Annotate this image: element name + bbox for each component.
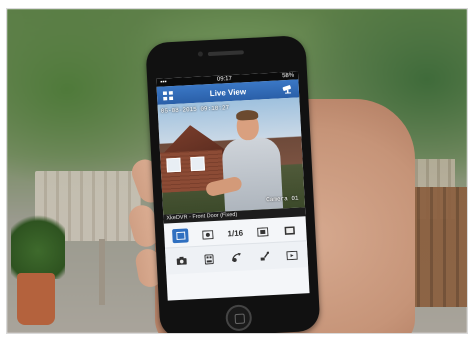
camera-overlay-label: Camera 01 [266,194,299,204]
terracotta-pot [17,273,55,325]
person-hair [235,109,259,121]
record-icon[interactable] [201,252,218,267]
live-video-feed[interactable]: 05-08-2015 09:10:27 Camera 01 [157,97,306,215]
grid-icon[interactable] [161,90,176,101]
multi-view-icon[interactable] [282,223,299,238]
battery-level: 58% [281,72,295,80]
front-camera [197,51,204,57]
window [166,157,182,173]
video-timestamp: 05-08-2015 09:10:27 [160,104,230,115]
ptz-icon[interactable] [228,250,245,265]
earpiece [207,50,244,57]
camera-icon[interactable] [173,253,190,268]
cctv-camera-icon[interactable] [281,84,296,95]
settings-icon[interactable] [256,249,273,264]
fullscreen-icon[interactable] [283,248,300,263]
potted-plant [11,209,65,279]
next-channel-icon[interactable] [254,224,271,239]
bench-leg [99,239,105,305]
single-view-icon[interactable] [172,228,189,244]
window [190,156,205,172]
photo-frame: ▪▪▪ 09:17 58% Live View 05-08-2015 09:10… [6,8,468,334]
signal-icon: ▪▪▪ [160,79,167,86]
smartphone: ▪▪▪ 09:17 58% Live View 05-08-2015 09:10… [145,35,321,333]
status-time: 09:17 [216,75,233,83]
home-button[interactable] [225,304,253,332]
page-title: Live View [209,86,247,98]
previous-channel-icon[interactable] [200,227,217,242]
app-screen: ▪▪▪ 09:17 58% Live View 05-08-2015 09:10… [156,71,310,301]
page-indicator: 1/16 [227,228,244,238]
wooden-chair [407,187,467,307]
